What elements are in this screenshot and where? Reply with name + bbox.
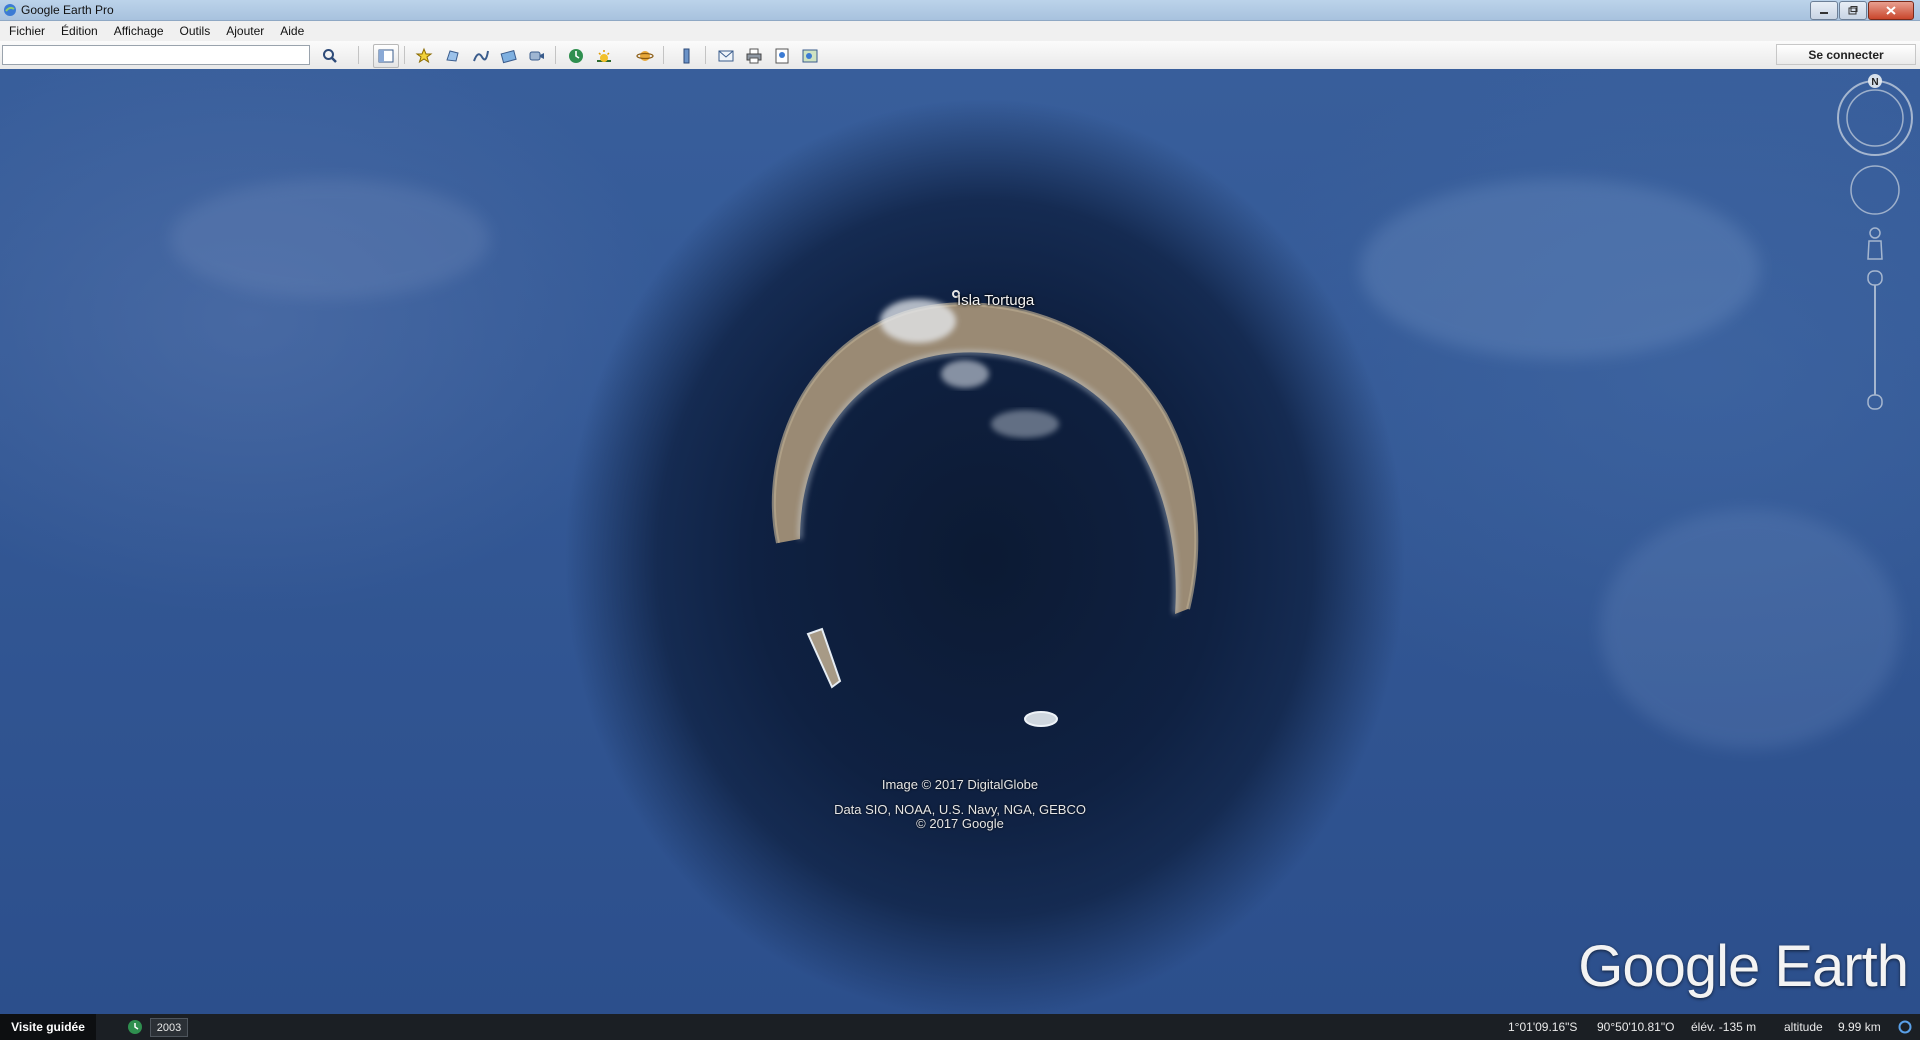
search-input[interactable] — [2, 45, 310, 65]
island-imagery — [170, 179, 1900, 749]
elevation-readout: élév. -135 m — [1691, 1020, 1757, 1034]
sun-icon — [597, 50, 611, 62]
historical-imagery-icon — [569, 49, 583, 63]
menu-edition[interactable]: Édition — [52, 24, 105, 38]
zoom-slider[interactable] — [1867, 270, 1883, 410]
ruler-icon — [683, 48, 690, 64]
menu-aide[interactable]: Aide — [271, 24, 311, 38]
placemark-icon — [415, 47, 433, 64]
planets-button[interactable] — [632, 44, 658, 68]
longitude-readout: 90°50'10.81"O — [1597, 1020, 1675, 1034]
add-overlay-button[interactable] — [496, 44, 522, 68]
historical-imagery-icon[interactable] — [127, 1019, 143, 1035]
imagery-year-badge[interactable]: 2003 — [150, 1018, 188, 1037]
menu-outils[interactable]: Outils — [171, 24, 218, 38]
polygon-icon — [446, 50, 459, 62]
record-tour-icon — [529, 51, 544, 61]
sidebar-toggle-button[interactable] — [373, 44, 399, 68]
ruler-button[interactable] — [674, 44, 700, 68]
toolbar: Se connecter — [0, 41, 1920, 70]
add-path-button[interactable] — [468, 44, 494, 68]
menu-affichage[interactable]: Affichage — [105, 24, 171, 38]
image-overlay-icon — [500, 49, 517, 64]
print-button[interactable] — [741, 44, 767, 68]
map-view[interactable]: Isla Tortuga Image © 2017 DigitalGlobe D… — [0, 69, 1920, 1014]
google-earth-logo: Google Earth — [1578, 934, 1909, 999]
sidebar-icon — [378, 49, 394, 63]
add-polygon-button[interactable] — [440, 44, 466, 68]
planet-icon — [636, 51, 654, 61]
save-image-button[interactable] — [769, 44, 795, 68]
altitude-label: altitude — [1784, 1020, 1823, 1034]
close-icon — [1886, 6, 1896, 15]
path-icon — [473, 50, 489, 62]
move-joystick[interactable] — [1850, 165, 1900, 215]
minimize-button[interactable] — [1810, 1, 1838, 20]
sunlight-button[interactable] — [591, 44, 617, 68]
navigation-controls: N — [1837, 74, 1913, 410]
minimize-icon — [1820, 11, 1828, 14]
compass-north-label: N — [1871, 77, 1878, 88]
image-credit: Image © 2017 DigitalGlobe — [881, 777, 1039, 792]
restore-icon — [1848, 6, 1858, 15]
google-earth-app-icon — [4, 4, 16, 16]
maximize-button[interactable] — [1839, 1, 1867, 20]
menu-fichier[interactable]: Fichier — [0, 24, 52, 38]
historical-imagery-button[interactable] — [563, 44, 589, 68]
look-joystick[interactable] — [1846, 89, 1904, 147]
latitude-readout: 1°01'09.16"S — [1508, 1020, 1578, 1034]
menu-ajouter[interactable]: Ajouter — [217, 24, 271, 38]
close-button[interactable] — [1868, 1, 1914, 20]
place-label[interactable]: Isla Tortuga — [957, 292, 1034, 309]
window-title: Google Earth Pro — [21, 3, 114, 17]
search-button[interactable] — [317, 44, 343, 68]
record-tour-button[interactable] — [524, 44, 550, 68]
altitude-readout: 9.99 km — [1838, 1020, 1881, 1034]
compass-ring[interactable] — [1837, 80, 1913, 156]
save-image-icon — [775, 48, 789, 64]
title-bar: Google Earth Pro — [0, 0, 1920, 21]
email-icon — [718, 50, 734, 62]
street-view-pegman-icon[interactable] — [1867, 227, 1883, 260]
search-icon — [323, 49, 337, 63]
status-bar: Visite guidée 2003 1°01'09.16"S 90°50'10… — [0, 1014, 1920, 1040]
data-credit: Data SIO, NOAA, U.S. Navy, NGA, GEBCO — [834, 802, 1086, 817]
sign-in-button[interactable]: Se connecter — [1776, 44, 1916, 65]
copyright-text: © 2017 Google — [916, 816, 1004, 831]
view-in-maps-button[interactable] — [797, 44, 823, 68]
streaming-status-icon — [1898, 1020, 1912, 1034]
guided-tour-button[interactable]: Visite guidée — [0, 1014, 96, 1040]
print-icon — [746, 48, 762, 64]
menu-bar: Fichier Édition Affichage Outils Ajouter… — [0, 21, 1920, 41]
email-button[interactable] — [713, 44, 739, 68]
map-view-icon — [802, 49, 818, 63]
add-placemark-button[interactable] — [411, 44, 437, 68]
